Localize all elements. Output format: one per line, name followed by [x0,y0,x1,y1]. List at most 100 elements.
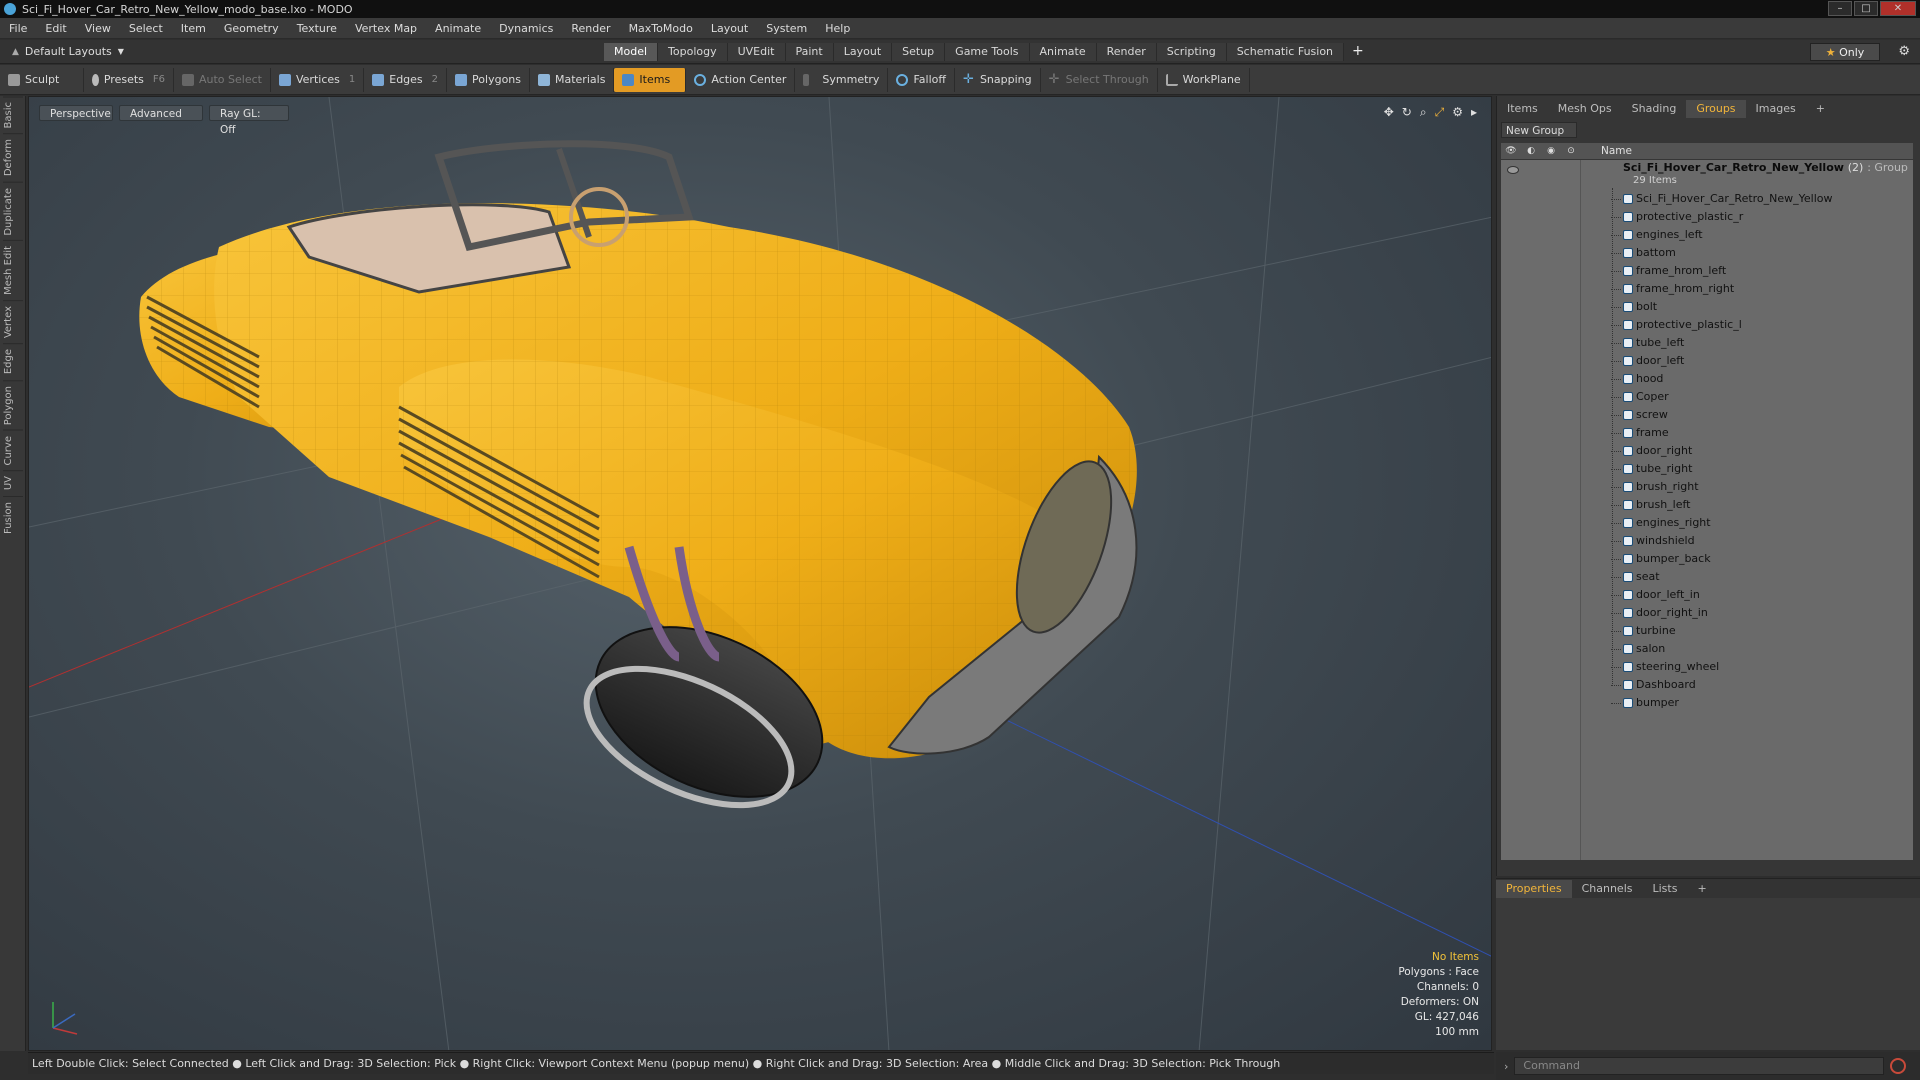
tree-item[interactable]: engines_right [1501,514,1913,532]
tab-setup[interactable]: Setup [892,43,946,61]
maximize-button[interactable]: □ [1854,1,1878,16]
auto-select-button[interactable]: Auto Select [174,67,271,92]
tree-item[interactable]: screw [1501,406,1913,424]
tab-channels[interactable]: Channels [1572,880,1643,898]
tab-mesh-ops[interactable]: Mesh Ops [1548,100,1622,118]
tree-item[interactable]: battom [1501,244,1913,262]
tree-item[interactable]: Coper [1501,388,1913,406]
menu-render[interactable]: Render [562,22,619,35]
3d-viewport[interactable]: Perspective Advanced Ray GL: Off ✥ ↻ ⌕ ⤢… [28,96,1492,1051]
tree-item[interactable]: brush_right [1501,478,1913,496]
tree-item[interactable]: door_right_in [1501,604,1913,622]
menu-view[interactable]: View [76,22,120,35]
tab-paint[interactable]: Paint [785,43,834,61]
tab-basic[interactable]: Basic [2,96,23,134]
tab-edge[interactable]: Edge [2,343,23,380]
raygl-toggle[interactable]: Ray GL: Off [209,105,289,136]
tree-item[interactable]: bolt [1501,298,1913,316]
tree-item[interactable]: turbine [1501,622,1913,640]
tab-deform[interactable]: Deform [2,133,23,182]
tree-item[interactable]: seat [1501,568,1913,586]
tree-item[interactable]: bumper [1501,694,1913,712]
tree-item[interactable]: Sci_Fi_Hover_Car_Retro_New_Yellow [1501,190,1913,208]
tab-items[interactable]: Items [1497,100,1548,118]
menu-edit[interactable]: Edit [36,22,75,35]
edges-button[interactable]: Edges 2 [364,67,448,92]
tab-topology[interactable]: Topology [658,43,728,61]
tab-shading[interactable]: Shading [1622,100,1687,118]
symmetry-button[interactable]: Symmetry [795,67,889,92]
tree-item[interactable]: tube_left [1501,334,1913,352]
minimize-button[interactable]: – [1828,1,1852,16]
view-mode-perspective[interactable]: Perspective [39,105,113,121]
menu-system[interactable]: System [757,22,816,35]
menu-geometry[interactable]: Geometry [215,22,288,35]
tab-polygon[interactable]: Polygon [2,379,23,430]
layout-selector[interactable]: ▲ Default Layouts ▼ [12,45,132,58]
tab-uvedit[interactable]: UVEdit [727,43,786,61]
tree-item[interactable]: protective_plastic_l [1501,316,1913,334]
gear-icon[interactable]: ⚙ [1898,44,1910,59]
menu-file[interactable]: File [0,22,36,35]
tab-fusion[interactable]: Fusion [2,495,23,539]
tab-uv[interactable]: UV [2,470,23,496]
viewport-gear-icon[interactable]: ⚙ [1452,105,1463,120]
tab-animate[interactable]: Animate [1029,43,1097,61]
tab-scripting[interactable]: Scripting [1156,43,1227,61]
tab-render[interactable]: Render [1096,43,1157,61]
tree-item[interactable]: brush_left [1501,496,1913,514]
tree-item[interactable]: steering_wheel [1501,658,1913,676]
menu-animate[interactable]: Animate [426,22,490,35]
menu-select[interactable]: Select [120,22,172,35]
select-through-button[interactable]: ✛ Select Through [1041,67,1158,92]
falloff-button[interactable]: Falloff [888,67,955,92]
group-row[interactable]: Sci_Fi_Hover_Car_Retro_New_Yellow (2) : … [1501,160,1913,190]
fit-icon[interactable]: ⤢ [1435,105,1445,120]
zoom-icon[interactable]: ⌕ [1420,105,1427,120]
tree-item[interactable]: door_left [1501,352,1913,370]
tree-item[interactable]: door_left_in [1501,586,1913,604]
menu-texture[interactable]: Texture [288,22,346,35]
shading-mode-advanced[interactable]: Advanced [119,105,203,121]
menu-help[interactable]: Help [816,22,859,35]
menu-item[interactable]: Item [172,22,215,35]
tree-item[interactable]: frame_hrom_left [1501,262,1913,280]
add-tab-button[interactable]: + [1344,43,1372,61]
close-button[interactable]: ✕ [1880,1,1916,16]
action-center-button[interactable]: Action Center [686,67,796,92]
tab-images[interactable]: Images [1746,100,1806,118]
viewport-menu-arrow-icon[interactable]: ▸ [1471,105,1477,120]
tree-item[interactable]: Dashboard [1501,676,1913,694]
tab-properties[interactable]: Properties [1496,879,1572,898]
tree-item[interactable]: door_right [1501,442,1913,460]
tab-model[interactable]: Model [604,43,659,61]
tab-layout[interactable]: Layout [833,43,893,61]
vertices-button[interactable]: Vertices 1 [271,67,365,92]
tree-item[interactable]: tube_right [1501,460,1913,478]
tree-item[interactable]: frame_hrom_right [1501,280,1913,298]
tree-item[interactable]: salon [1501,640,1913,658]
tree-item[interactable]: protective_plastic_r [1501,208,1913,226]
add-properties-tab-button[interactable]: + [1687,880,1716,898]
pan-icon[interactable]: ✥ [1384,105,1394,120]
materials-button[interactable]: Materials [530,67,615,92]
tree-item[interactable]: engines_left [1501,226,1913,244]
add-panel-tab-button[interactable]: + [1806,100,1835,118]
group-visibility-icon[interactable] [1507,166,1519,174]
items-button[interactable]: Items [614,67,687,92]
tab-game-tools[interactable]: Game Tools [945,43,1030,61]
polygons-button[interactable]: Polygons [447,67,530,92]
tab-groups[interactable]: Groups [1686,100,1746,118]
sculpt-button[interactable]: Sculpt [0,67,84,92]
tab-lists[interactable]: Lists [1643,880,1688,898]
tab-mesh-edit[interactable]: Mesh Edit [2,240,23,301]
tab-vertex[interactable]: Vertex [2,300,23,344]
menu-dynamics[interactable]: Dynamics [490,22,562,35]
tree-item[interactable]: windshield [1501,532,1913,550]
only-button[interactable]: ★ Only [1810,43,1880,61]
command-history-icon[interactable] [1890,1058,1907,1074]
menu-maxtomodo[interactable]: MaxToModo [620,22,702,35]
workplane-button[interactable]: WorkPlane [1158,67,1250,92]
tab-schematic-fusion[interactable]: Schematic Fusion [1226,43,1345,61]
snapping-button[interactable]: ✛ Snapping [955,67,1041,92]
